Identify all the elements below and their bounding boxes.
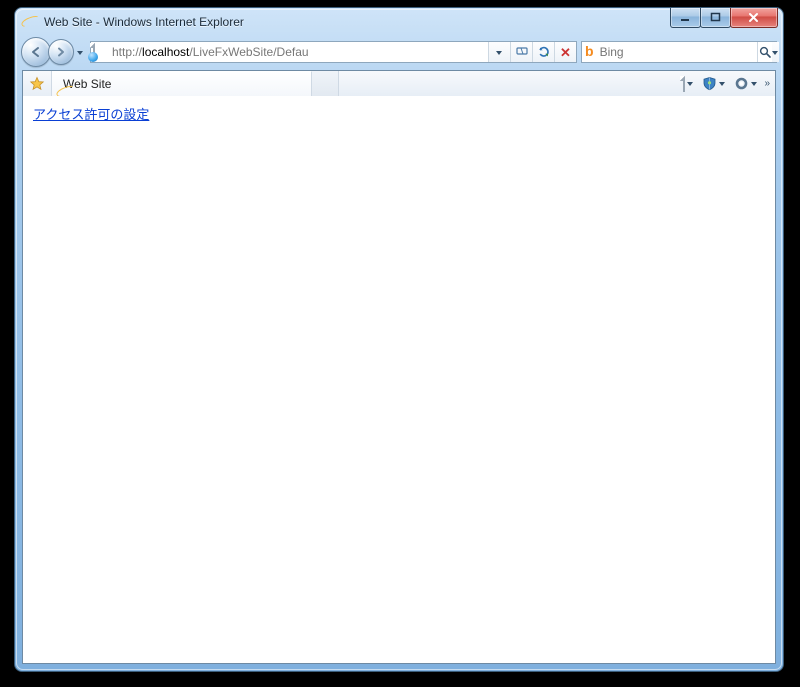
client-area: Web Site » bbox=[22, 70, 776, 664]
compatibility-view-button[interactable] bbox=[510, 42, 532, 62]
shield-icon bbox=[702, 76, 717, 91]
stop-icon: ✕ bbox=[560, 46, 571, 59]
tab-active[interactable]: Web Site bbox=[52, 71, 312, 96]
overflow-button[interactable]: » bbox=[763, 78, 771, 89]
titlebar[interactable]: Web Site - Windows Internet Explorer bbox=[15, 8, 783, 36]
new-tab-button[interactable] bbox=[312, 71, 339, 96]
search-bar[interactable]: b bbox=[581, 41, 777, 63]
safety-menu-button[interactable] bbox=[699, 74, 729, 93]
back-arrow-icon bbox=[30, 46, 42, 58]
recent-pages-dropdown[interactable] bbox=[75, 41, 86, 63]
maximize-button[interactable] bbox=[700, 8, 731, 28]
address-bar[interactable]: http://localhost/LiveFxWebSite/Defau ✕ bbox=[90, 41, 577, 63]
page-icon bbox=[683, 77, 685, 91]
chevron-down-icon bbox=[496, 49, 503, 56]
forward-arrow-icon bbox=[56, 47, 66, 57]
page-icon bbox=[93, 44, 109, 60]
page-content: アクセス許可の設定 bbox=[23, 96, 775, 663]
browser-window: Web Site - Windows Internet Explorer bbox=[14, 7, 784, 672]
refresh-icon bbox=[537, 45, 551, 59]
chevron-down-icon bbox=[687, 80, 694, 87]
stop-button[interactable]: ✕ bbox=[554, 42, 576, 62]
search-provider-dropdown[interactable] bbox=[772, 42, 779, 62]
ie-icon bbox=[23, 14, 39, 30]
command-bar: » bbox=[680, 71, 775, 96]
search-go-button[interactable] bbox=[757, 42, 772, 62]
search-icon bbox=[758, 45, 772, 59]
tools-menu-button[interactable] bbox=[731, 74, 761, 93]
chevron-down-icon bbox=[77, 49, 84, 56]
address-url[interactable]: http://localhost/LiveFxWebSite/Defau bbox=[112, 45, 488, 59]
forward-button[interactable] bbox=[48, 39, 74, 65]
gear-icon bbox=[734, 76, 749, 91]
tab-bar: Web Site » bbox=[23, 71, 775, 97]
refresh-button[interactable] bbox=[532, 42, 554, 62]
chevron-down-icon bbox=[751, 80, 758, 87]
favorites-button[interactable] bbox=[23, 71, 52, 96]
address-dropdown-button[interactable] bbox=[488, 42, 510, 62]
minimize-button[interactable] bbox=[670, 8, 701, 28]
window-title: Web Site - Windows Internet Explorer bbox=[44, 15, 777, 29]
access-permission-settings-link[interactable]: アクセス許可の設定 bbox=[33, 107, 149, 122]
back-button[interactable] bbox=[21, 37, 51, 67]
chevron-down-icon bbox=[719, 80, 726, 87]
close-button[interactable] bbox=[730, 8, 778, 28]
compatibility-view-icon bbox=[515, 45, 529, 59]
page-menu-button[interactable] bbox=[680, 75, 697, 93]
navigation-toolbar: http://localhost/LiveFxWebSite/Defau ✕ b bbox=[21, 36, 777, 68]
bing-icon: b bbox=[585, 44, 594, 60]
chevron-down-icon bbox=[772, 49, 779, 56]
search-input[interactable] bbox=[598, 44, 757, 60]
star-icon bbox=[29, 76, 45, 92]
